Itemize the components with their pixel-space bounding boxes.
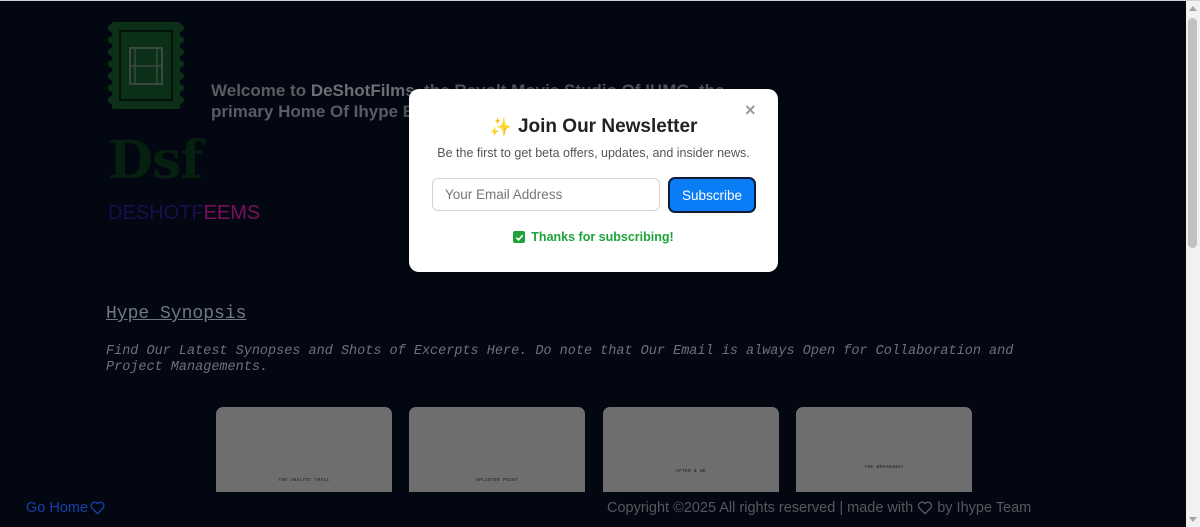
logo-subtitle-part-a: DESHOTF bbox=[108, 202, 204, 224]
subscribe-button[interactable]: Subscribe bbox=[668, 177, 756, 213]
subscribe-success-message: Thanks for subscribing! bbox=[409, 230, 778, 244]
sparkles-icon: ✨ bbox=[489, 116, 512, 137]
footer: Go Home Copyright ©2025 All rights reser… bbox=[0, 492, 1186, 527]
logo-wordmark: Dsf bbox=[108, 130, 203, 191]
go-home-link[interactable]: Go Home bbox=[26, 500, 105, 516]
scroll-down-arrow-icon[interactable] bbox=[1189, 517, 1197, 522]
section-title: Hype Synopsis bbox=[106, 304, 247, 324]
copyright-text: Copyright ©2025 All rights reserved | ma… bbox=[607, 500, 1031, 516]
film-stamp-icon bbox=[108, 22, 184, 109]
check-square-icon bbox=[513, 231, 526, 243]
window-top-border bbox=[0, 0, 1200, 1]
scroll-up-arrow-icon[interactable] bbox=[1189, 6, 1197, 11]
newsletter-modal: × ✨ Join Our Newsletter Be the first to … bbox=[409, 89, 778, 272]
logo-subtitle: DESHOTFEEMS bbox=[108, 202, 260, 224]
modal-subtitle: Be the first to get beta offers, updates… bbox=[437, 146, 750, 160]
heart-outline-icon bbox=[918, 501, 933, 515]
copyright-by: by Ihype Team bbox=[937, 500, 1032, 516]
success-text: Thanks for subscribing! bbox=[531, 230, 674, 244]
welcome-brand: DeShotFilms bbox=[310, 81, 415, 100]
card-title: THE BREAKAWAY bbox=[864, 465, 904, 470]
card-title: SPLINTER POINT bbox=[475, 478, 518, 483]
modal-title-text: Join Our Newsletter bbox=[517, 116, 698, 137]
logo-subtitle-part-b: EEMS bbox=[203, 202, 261, 224]
copyright-main: Copyright ©2025 All rights reserved | ma… bbox=[607, 500, 914, 516]
go-home-label: Go Home bbox=[26, 500, 89, 516]
email-input[interactable] bbox=[432, 178, 660, 211]
welcome-prefix: Welcome to bbox=[211, 81, 311, 100]
page-scrollbar[interactable] bbox=[1186, 1, 1200, 527]
modal-title: ✨ Join Our Newsletter bbox=[409, 116, 778, 138]
scrollbar-thumb[interactable] bbox=[1188, 18, 1197, 248]
card-title: THE ANALYST TRAIL bbox=[278, 478, 330, 483]
card-title: AFTER & WE bbox=[675, 469, 706, 474]
section-description: Find Our Latest Synopses and Shots of Ex… bbox=[106, 344, 1014, 375]
heart-icon bbox=[90, 501, 105, 515]
